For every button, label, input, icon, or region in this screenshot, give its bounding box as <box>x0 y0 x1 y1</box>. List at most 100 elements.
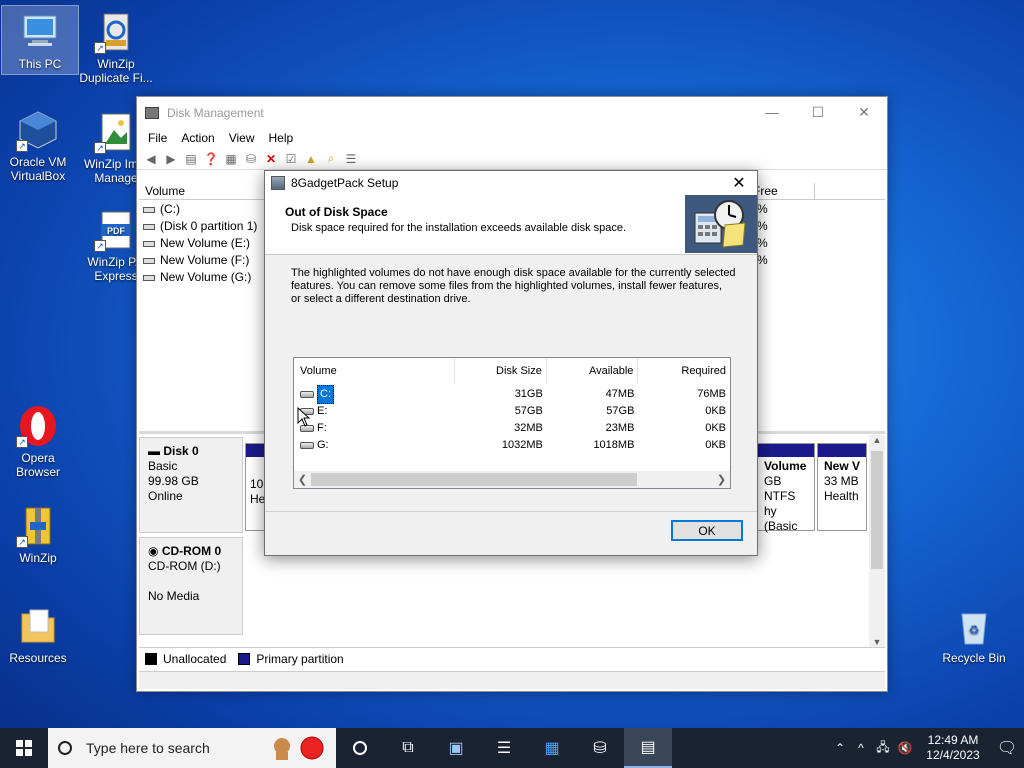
cdrom0-name: CD-ROM 0 <box>161 544 222 558</box>
list-item[interactable]: New Volume (F:) <box>143 252 257 269</box>
column-volume[interactable]: Volume <box>294 358 456 384</box>
desktop-icon-label: Resources <box>9 651 67 665</box>
drive-icon: ⛁ <box>593 740 607 757</box>
column-available[interactable]: Available <box>547 358 639 384</box>
search-folder-icon[interactable]: ⌕ <box>323 151 339 167</box>
cortana-button[interactable] <box>336 728 384 768</box>
back-icon[interactable]: ◀ <box>143 151 159 167</box>
tray-scroll-icon[interactable]: ⌃ <box>830 741 850 755</box>
list-item[interactable]: (Disk 0 partition 1) <box>143 218 257 235</box>
dialog-close-button[interactable]: ✕ <box>729 173 749 193</box>
menu-file[interactable]: File <box>141 131 174 145</box>
close-button[interactable]: ✕ <box>841 97 887 127</box>
notification-icon[interactable]: 🗨 <box>990 738 1024 758</box>
table-row[interactable]: G: 1032MB 1018MB 0KB <box>294 437 730 454</box>
disk0-type: Basic <box>148 459 178 473</box>
connect-icon[interactable]: ⛁ <box>243 151 259 167</box>
free-percent-column: % % % % <box>757 201 768 269</box>
column-extra[interactable] <box>815 183 885 199</box>
view-icon[interactable]: ▦ <box>223 151 239 167</box>
desktop-icon-winzip[interactable]: ↗ WinZip <box>0 504 76 565</box>
table-row[interactable]: F: 32MB 23MB 0KB <box>294 420 730 437</box>
menu-help[interactable]: Help <box>262 131 301 145</box>
help-icon[interactable]: ❓ <box>203 151 219 167</box>
partition-block-volume[interactable]: Volume GB NTFS hy (Basic <box>757 443 815 533</box>
network-icon[interactable]: 🖧 <box>872 738 894 759</box>
desktop-icon-winzip-duplicate[interactable]: ↗ WinZip Duplicate Fi... <box>78 10 154 85</box>
tray-chevron-up-icon[interactable]: ^ <box>850 741 872 755</box>
table-row[interactable]: E: 57GB 57GB 0KB <box>294 403 730 420</box>
dialog-heading: Out of Disk Space <box>285 205 388 219</box>
cdrom-icon: ◉ <box>148 544 162 558</box>
drive-icon <box>300 442 314 449</box>
maximize-button[interactable]: ☐ <box>795 97 841 127</box>
taskbar-search-box[interactable]: Type here to search <box>48 728 336 768</box>
scrollbar-thumb[interactable] <box>871 451 883 569</box>
taskbar-app-calendar[interactable]: ▦ <box>528 728 576 768</box>
cdrom0-info[interactable]: ◉ CD-ROM 0 CD-ROM (D:) No Media <box>139 537 243 635</box>
taskbar-app-2[interactable]: ☰ <box>480 728 528 768</box>
list-horizontal-scrollbar[interactable]: ❮ ❯ <box>294 471 730 488</box>
forward-icon[interactable]: ▶ <box>163 151 179 167</box>
list-icon[interactable]: ☰ <box>343 151 359 167</box>
scrollbar-thumb[interactable] <box>311 473 637 486</box>
delete-icon[interactable]: ✕ <box>263 151 279 167</box>
disk0-info[interactable]: ▬ Disk 0 Basic 99.98 GB Online <box>139 437 243 533</box>
dm-title: Disk Management <box>167 105 264 120</box>
desktop-icon-this-pc[interactable]: This PC <box>1 5 79 75</box>
stack-icon: ☰ <box>496 740 512 757</box>
desktop-icon-label: Opera Browser <box>15 451 60 479</box>
disk-management-icon <box>145 106 159 119</box>
menu-action[interactable]: Action <box>174 131 221 145</box>
desktop-icon-opera[interactable]: ↗ Opera Browser <box>0 404 76 479</box>
folder-icon <box>16 604 60 648</box>
check-icon[interactable]: ☑ <box>283 151 299 167</box>
scroll-up-icon[interactable]: ▲ <box>869 435 885 445</box>
lower-pane-scrollbar[interactable]: ▲ ▼ <box>869 435 885 647</box>
dialog-title-bar[interactable]: 8GadgetPack Setup <box>265 171 757 195</box>
task-view-icon: ⧉ <box>402 739 414 756</box>
scroll-down-icon[interactable]: ▼ <box>869 637 885 647</box>
winzip-icon: ↗ <box>16 504 60 548</box>
scroll-right-icon[interactable]: ❯ <box>713 473 730 486</box>
folder-up-icon[interactable]: ▲ <box>303 151 319 167</box>
desktop-icon-virtualbox[interactable]: ↗ Oracle VM VirtualBox <box>0 108 76 183</box>
search-highlight-icon[interactable] <box>268 734 326 765</box>
volume-name: E: <box>317 405 328 417</box>
clock[interactable]: 12:49 AM 12/4/2023 <box>916 733 990 763</box>
drive-icon <box>143 223 155 230</box>
column-disk-size[interactable]: Disk Size <box>455 358 547 384</box>
table-row[interactable]: C: 31GB 47MB 76MB <box>294 385 730 404</box>
clock-calculator-icon <box>685 195 757 253</box>
drive-icon <box>143 257 155 264</box>
task-view-button[interactable]: ⧉ <box>384 728 432 768</box>
partition-legend: Unallocated Primary partition <box>139 647 885 669</box>
shortcut-arrow-icon: ↗ <box>16 536 28 548</box>
scroll-left-icon[interactable]: ❮ <box>294 473 311 486</box>
column-required[interactable]: Required <box>638 358 730 384</box>
list-item[interactable]: New Volume (G:) <box>143 269 257 286</box>
partition-block-new-volume[interactable]: New V 33 MB Health <box>817 443 867 531</box>
taskbar-app-1[interactable]: ▣ <box>432 728 480 768</box>
dm-menubar: File Action View Help <box>137 128 887 148</box>
cdrom0-type: CD-ROM (D:) <box>148 559 221 573</box>
primary-swatch <box>238 652 251 665</box>
volume-muted-icon[interactable]: 🔇 <box>894 741 916 755</box>
dialog-header: Out of Disk Space Disk space required fo… <box>265 195 757 255</box>
volume-space-list[interactable]: Volume Disk Size Available Required C: 3… <box>293 357 731 489</box>
partition-block-left[interactable]: 10(He <box>245 443 267 531</box>
winzip-duplicate-icon: ↗ <box>94 10 138 54</box>
taskbar-app-setup[interactable]: ▤ <box>624 728 672 768</box>
properties-icon[interactable]: ▤ <box>183 151 199 167</box>
minimize-button[interactable]: — <box>749 97 795 127</box>
list-item[interactable]: New Volume (E:) <box>143 235 257 252</box>
desktop-icon-recycle-bin[interactable]: ♻ Recycle Bin <box>936 604 1012 665</box>
taskbar-app-disk[interactable]: ⛁ <box>576 728 624 768</box>
ok-button[interactable]: OK <box>671 520 743 541</box>
start-button[interactable] <box>0 728 48 768</box>
list-item[interactable]: (C:) <box>143 201 257 218</box>
calendar-icon: ▦ <box>544 740 560 757</box>
column-volume[interactable]: Volume <box>139 183 273 199</box>
desktop-icon-resources[interactable]: Resources <box>0 604 76 665</box>
menu-view[interactable]: View <box>222 131 262 145</box>
